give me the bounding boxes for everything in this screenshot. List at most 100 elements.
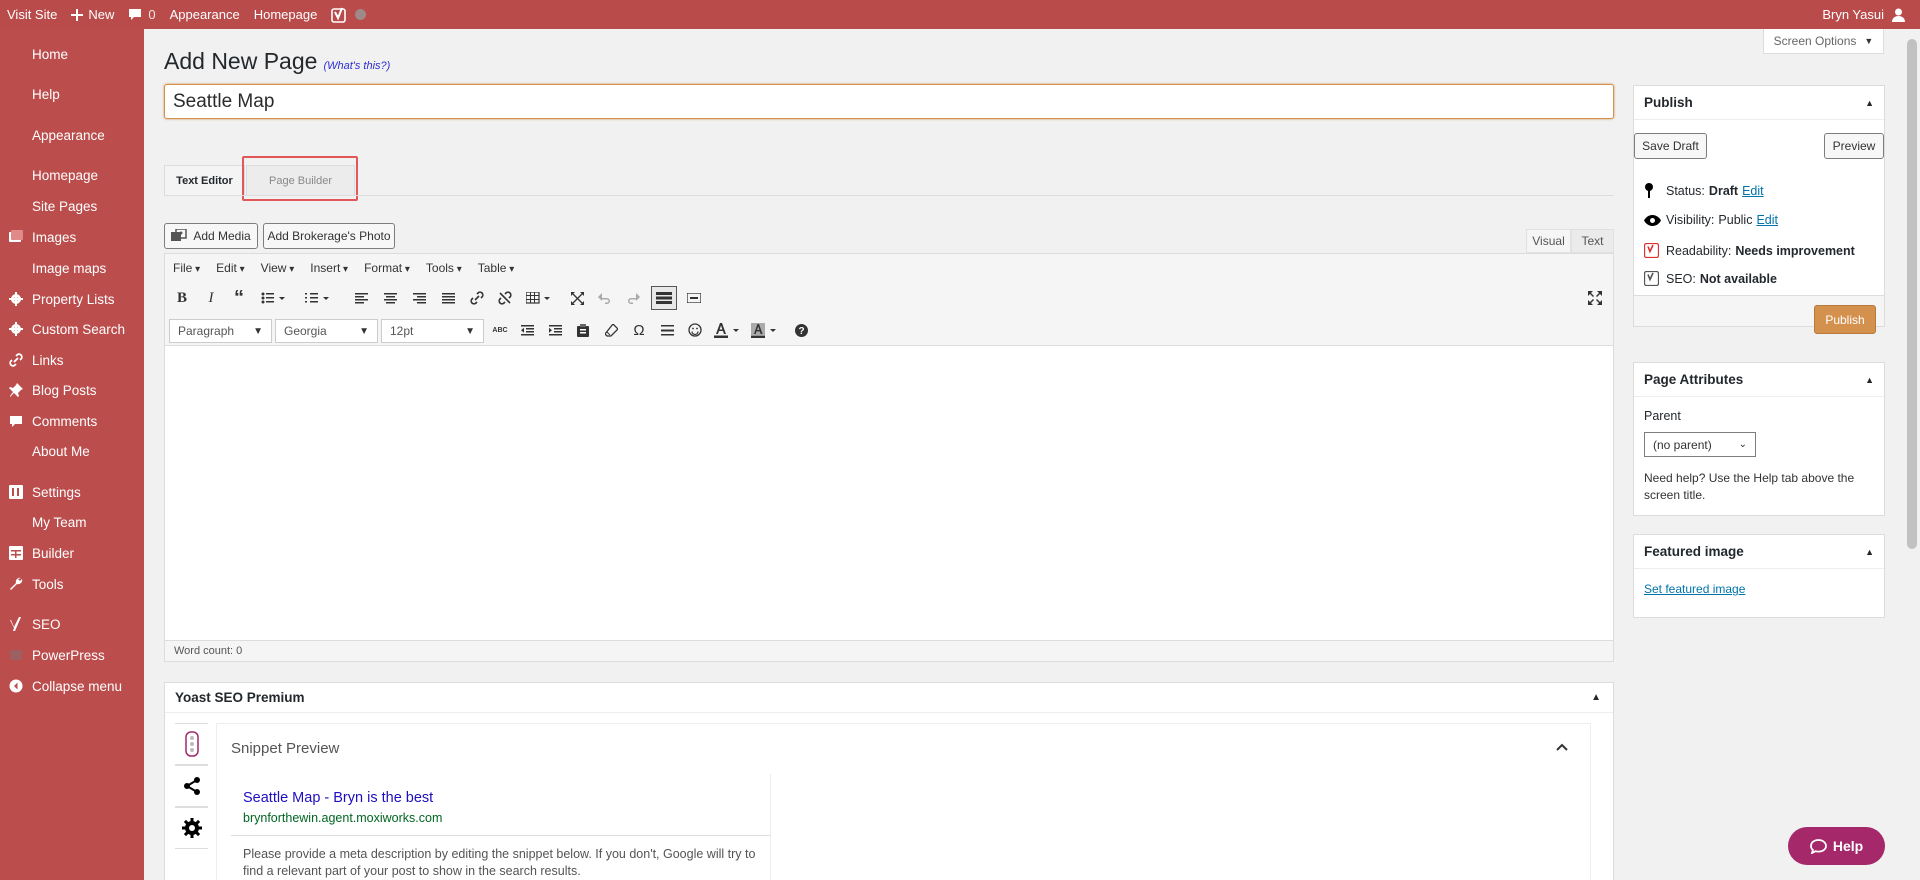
- visibility-edit-link[interactable]: Edit: [1756, 213, 1778, 227]
- tab-text-editor[interactable]: Text Editor: [164, 165, 245, 195]
- featured-image-header[interactable]: Featured image ▲: [1634, 535, 1884, 569]
- special-character-icon[interactable]: Ω: [626, 318, 652, 342]
- sidebar-item-appearance[interactable]: Appearance: [0, 122, 144, 148]
- editor-body[interactable]: [165, 347, 1613, 621]
- sidebar-item-my-team[interactable]: My Team: [0, 509, 144, 535]
- keyboard-shortcuts-icon[interactable]: ?: [788, 318, 814, 342]
- collapse-arrow-icon[interactable]: ▲: [1865, 375, 1874, 385]
- visit-site-link[interactable]: Visit Site: [0, 0, 64, 29]
- blockquote-icon[interactable]: “: [226, 286, 252, 310]
- set-featured-image-link[interactable]: Set featured image: [1644, 582, 1745, 596]
- sidebar-item-comments[interactable]: Comments: [0, 408, 144, 434]
- sidebar-item-site-pages[interactable]: Site Pages: [0, 193, 144, 219]
- homepage-link[interactable]: Homepage: [247, 0, 325, 29]
- sidebar-item-custom-search[interactable]: Custom Search: [0, 316, 144, 342]
- unlink-icon[interactable]: [492, 286, 518, 310]
- share-icon[interactable]: [175, 765, 208, 807]
- page-scrollbar[interactable]: [1904, 29, 1920, 880]
- sidebar-item-links[interactable]: Links: [0, 347, 144, 373]
- align-left-icon[interactable]: [348, 286, 374, 310]
- gear-icon[interactable]: [175, 807, 208, 849]
- table-icon[interactable]: [521, 286, 555, 310]
- menu-edit[interactable]: Edit: [208, 261, 253, 275]
- paste-text-icon[interactable]: [570, 318, 596, 342]
- menu-view[interactable]: View: [253, 261, 303, 275]
- google-snippet[interactable]: Seattle Map - Bryn is the best brynforth…: [231, 774, 771, 880]
- sidebar-item-collapse-menu[interactable]: Collapse menu: [0, 673, 144, 699]
- tab-visual[interactable]: Visual: [1526, 229, 1571, 253]
- appearance-link[interactable]: Appearance: [163, 0, 247, 29]
- preview-button[interactable]: Preview: [1824, 133, 1884, 159]
- numbered-list-icon[interactable]: [300, 286, 334, 310]
- align-center-icon[interactable]: [377, 286, 403, 310]
- align-justify-icon[interactable]: [435, 286, 461, 310]
- collapse-arrow-icon[interactable]: ▲: [1865, 547, 1874, 557]
- toolbar-toggle-icon[interactable]: [651, 286, 677, 310]
- clear-formatting-icon[interactable]: [598, 318, 624, 342]
- sidebar-item-builder[interactable]: Builder: [0, 540, 144, 566]
- comment-icon: [129, 9, 142, 20]
- yoast-menu[interactable]: [324, 0, 373, 29]
- sidebar-item-blog-posts[interactable]: Blog Posts: [0, 377, 144, 403]
- parent-select[interactable]: (no parent) ⌄: [1644, 432, 1756, 457]
- publish-button[interactable]: Publish: [1814, 305, 1876, 334]
- text-color-icon[interactable]: [710, 318, 744, 342]
- font-family-select[interactable]: Georgia ▼: [275, 319, 378, 343]
- new-menu[interactable]: New: [64, 0, 121, 29]
- help-button[interactable]: Help: [1788, 827, 1885, 865]
- emoji-icon[interactable]: [682, 318, 708, 342]
- sidebar-item-tools[interactable]: Tools: [0, 571, 144, 597]
- scrollbar-thumb[interactable]: [1907, 39, 1917, 549]
- sidebar-item-powerpress[interactable]: PowerPress: [0, 642, 144, 668]
- tab-text[interactable]: Text: [1571, 229, 1614, 253]
- undo-icon[interactable]: [592, 286, 618, 310]
- sidebar-item-seo[interactable]: SEO: [0, 611, 144, 637]
- menu-file[interactable]: File: [165, 261, 208, 275]
- chevron-up-icon[interactable]: [1556, 738, 1568, 754]
- outdent-icon[interactable]: [514, 318, 540, 342]
- background-color-icon[interactable]: [747, 318, 781, 342]
- add-media-button[interactable]: Add Media: [164, 223, 258, 249]
- menu-format[interactable]: Format: [356, 261, 418, 275]
- yoast-metabox-header[interactable]: Yoast SEO Premium ▲: [165, 683, 1613, 713]
- status-edit-link[interactable]: Edit: [1742, 184, 1764, 198]
- redo-icon[interactable]: [620, 286, 646, 310]
- save-draft-button[interactable]: Save Draft: [1634, 133, 1707, 159]
- bold-icon[interactable]: B: [169, 286, 195, 310]
- insert-link-icon[interactable]: [464, 286, 490, 310]
- italic-icon[interactable]: I: [198, 286, 224, 310]
- menu-insert[interactable]: Insert: [302, 261, 356, 275]
- sidebar-item-image-maps[interactable]: Image maps: [0, 255, 144, 281]
- distraction-free-icon[interactable]: [1582, 286, 1608, 310]
- sidebar-item-settings[interactable]: Settings: [0, 479, 144, 505]
- sidebar-item-about-me[interactable]: About Me: [0, 438, 144, 464]
- menu-tools[interactable]: Tools: [418, 261, 470, 275]
- font-size-select[interactable]: 12pt ▼: [381, 319, 484, 343]
- align-right-icon[interactable]: [406, 286, 432, 310]
- menu-table[interactable]: Table: [470, 261, 523, 275]
- user-menu[interactable]: Bryn Yasui: [1815, 0, 1912, 29]
- page-break-icon[interactable]: [681, 286, 707, 310]
- comments-link[interactable]: 0: [121, 0, 162, 29]
- sidebar-item-homepage[interactable]: Homepage: [0, 162, 144, 188]
- fullscreen-icon[interactable]: [564, 286, 590, 310]
- sidebar-item-help[interactable]: Help: [0, 81, 144, 107]
- horizontal-line-icon[interactable]: [654, 318, 680, 342]
- publish-box-header[interactable]: Publish ▲: [1634, 86, 1884, 120]
- traffic-light-icon[interactable]: [175, 723, 208, 765]
- paragraph-format-select[interactable]: Paragraph ▼: [169, 319, 272, 343]
- page-attributes-header[interactable]: Page Attributes ▲: [1634, 363, 1884, 397]
- sidebar-item-property-lists[interactable]: Property Lists: [0, 286, 144, 312]
- title-input[interactable]: Seattle Map: [164, 84, 1614, 119]
- strikethrough-abc-icon[interactable]: ABC: [487, 318, 513, 342]
- indent-icon[interactable]: [542, 318, 568, 342]
- collapse-arrow-icon[interactable]: ▲: [1865, 98, 1874, 108]
- add-brokerage-photo-button[interactable]: Add Brokerage's Photo: [263, 223, 395, 249]
- save-draft-label: Save Draft: [1642, 139, 1699, 153]
- screen-options-button[interactable]: Screen Options ▼: [1763, 29, 1884, 54]
- sidebar-item-home[interactable]: Home: [0, 41, 144, 67]
- collapse-arrow-icon[interactable]: ▲: [1591, 692, 1601, 703]
- sidebar-item-images[interactable]: Images: [0, 224, 144, 250]
- whats-this-link[interactable]: (What's this?): [323, 60, 390, 72]
- bullet-list-icon[interactable]: [256, 286, 290, 310]
